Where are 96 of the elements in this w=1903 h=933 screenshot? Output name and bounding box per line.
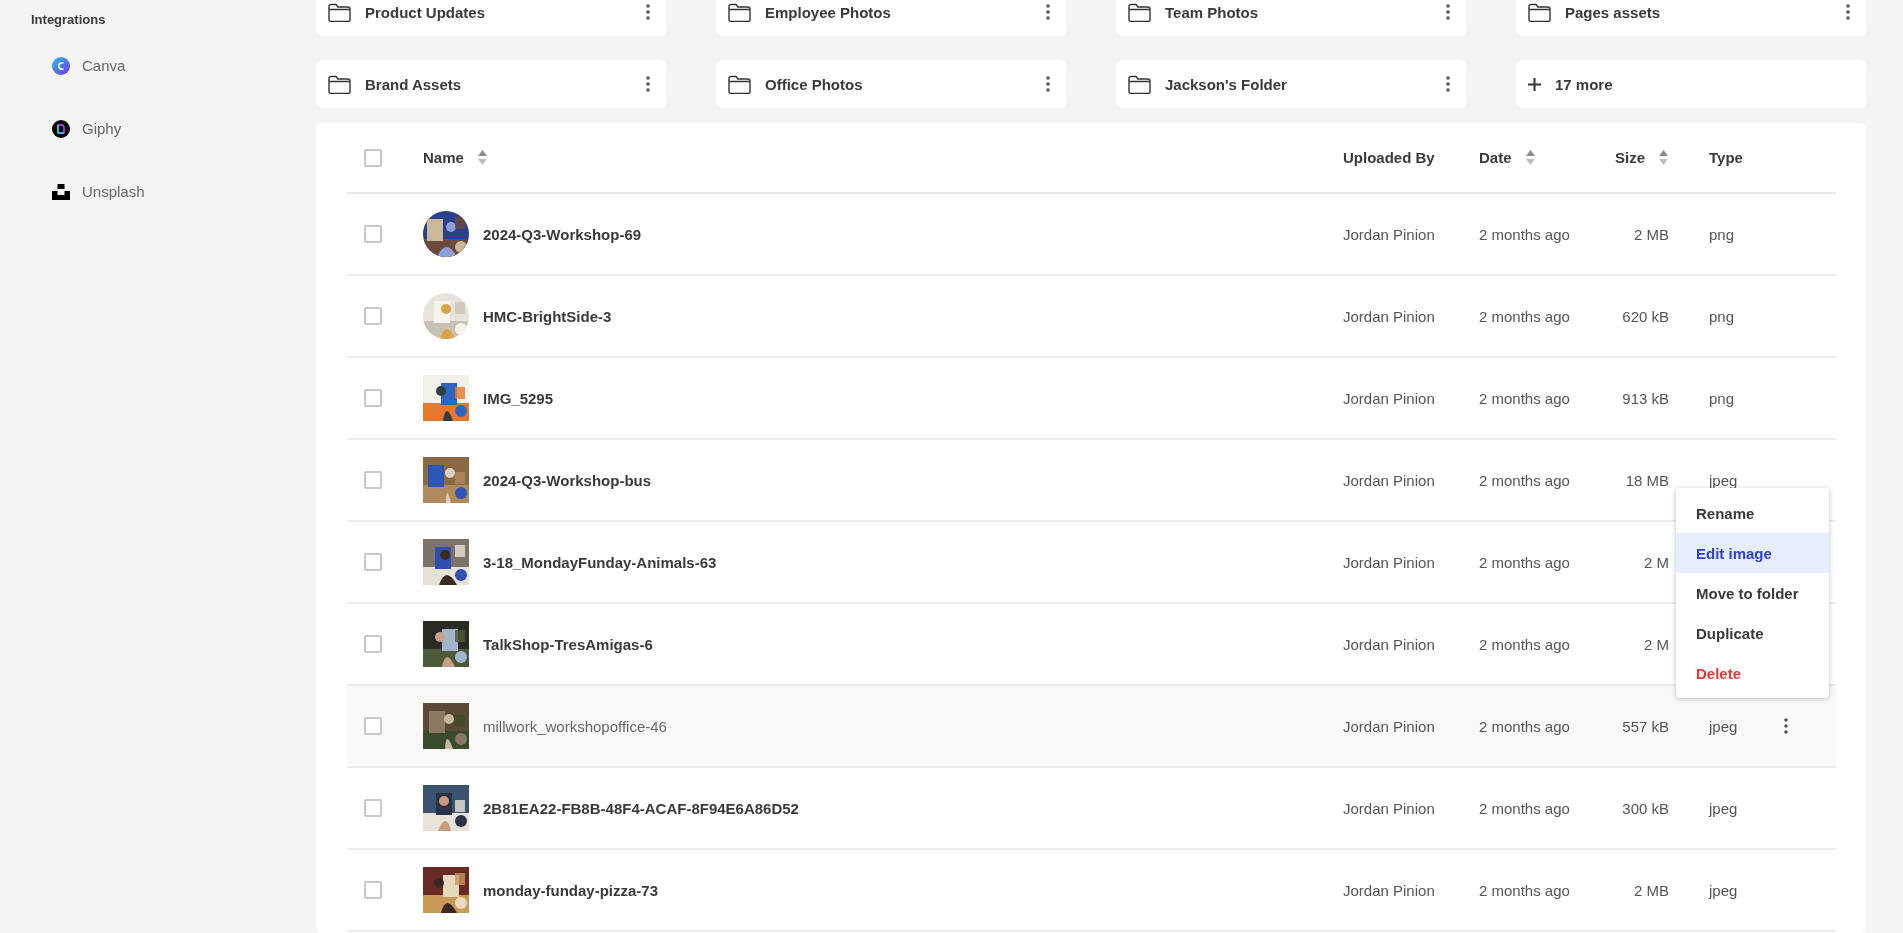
file-size: 2 M: [1644, 635, 1669, 653]
file-type: png: [1709, 307, 1735, 325]
more-options-icon[interactable]: [1046, 76, 1050, 92]
file-name[interactable]: TalkShop-TresAmigas-6: [483, 635, 653, 653]
folder-card[interactable]: Pages assets: [1516, 0, 1866, 36]
integration-item[interactable]: Unsplash: [31, 160, 290, 223]
select-all-checkbox[interactable]: [364, 148, 382, 167]
more-options-icon[interactable]: [1846, 4, 1850, 20]
more-options-icon[interactable]: [646, 76, 650, 92]
column-header[interactable]: Date: [1479, 149, 1512, 166]
column-header: Type: [1709, 149, 1743, 166]
uploader-name: Jordan Pinion: [1343, 717, 1435, 735]
row-checkbox[interactable]: [364, 881, 382, 899]
file-size: 18 MB: [1625, 471, 1669, 489]
file-size: 2 M: [1644, 553, 1669, 571]
column-header[interactable]: Size: [1615, 149, 1645, 166]
folder-card[interactable]: Product Updates: [316, 0, 666, 36]
upload-date: 2 months ago: [1479, 307, 1570, 325]
uploader-name: Jordan Pinion: [1343, 307, 1435, 325]
canva-icon: [52, 56, 70, 75]
integration-item[interactable]: Giphy: [31, 97, 290, 160]
folder-card[interactable]: Brand Assets: [316, 60, 666, 108]
folder-icon: [728, 74, 751, 94]
file-size: 913 kB: [1622, 389, 1669, 407]
more-options-icon[interactable]: [1446, 76, 1450, 92]
file-type: jpeg: [1709, 799, 1738, 817]
more-folders-button[interactable]: 17 more: [1516, 60, 1866, 108]
uploader-name: Jordan Pinion: [1343, 225, 1435, 243]
file-name[interactable]: HMC-BrightSide-3: [483, 307, 612, 325]
row-checkbox[interactable]: [364, 471, 382, 489]
uploader-name: Jordan Pinion: [1343, 471, 1435, 489]
more-options-icon[interactable]: [1446, 4, 1450, 20]
folder-icon: [1128, 2, 1151, 22]
more-options-icon[interactable]: [1784, 718, 1788, 734]
upload-date: 2 months ago: [1479, 635, 1570, 653]
file-size: 620 kB: [1622, 307, 1669, 325]
uploader-name: Jordan Pinion: [1343, 553, 1435, 571]
file-size: 2 MB: [1634, 881, 1669, 899]
file-name[interactable]: 2B81EA22-FB8B-48F4-ACAF-8F94E6A86D52: [483, 799, 799, 817]
file-name[interactable]: millwork_workshopoffice-46: [483, 717, 667, 735]
unsplash-icon: [52, 183, 70, 200]
uploader-name: Jordan Pinion: [1343, 799, 1435, 817]
upload-date: 2 months ago: [1479, 799, 1570, 817]
folder-icon: [328, 2, 351, 22]
folder-card[interactable]: Jackson's Folder: [1116, 60, 1466, 108]
row-checkbox[interactable]: [364, 307, 382, 325]
section-title: Integrations: [31, 12, 107, 27]
upload-date: 2 months ago: [1479, 389, 1570, 407]
more-options-icon[interactable]: [646, 4, 650, 20]
plus-icon: [1528, 77, 1541, 91]
uploader-name: Jordan Pinion: [1343, 881, 1435, 899]
row-checkbox[interactable]: [364, 635, 382, 653]
sort-icon[interactable]: [1525, 150, 1535, 165]
file-size: 2 MB: [1634, 225, 1669, 243]
column-header: Uploaded By: [1343, 149, 1435, 166]
folder-icon: [1528, 2, 1551, 22]
integration-item[interactable]: Canva: [31, 34, 290, 97]
menu-item[interactable]: Move to folder: [1676, 573, 1829, 613]
row-checkbox[interactable]: [364, 553, 382, 571]
more-options-icon[interactable]: [1046, 4, 1050, 20]
file-name[interactable]: 2024-Q3-Workshop-bus: [483, 471, 652, 489]
file-name[interactable]: 2024-Q3-Workshop-69: [483, 225, 642, 243]
upload-date: 2 months ago: [1479, 553, 1570, 571]
upload-date: 2 months ago: [1479, 471, 1570, 489]
menu-item[interactable]: Edit image: [1676, 533, 1829, 573]
row-checkbox[interactable]: [364, 799, 382, 817]
menu-item[interactable]: Delete: [1676, 653, 1829, 693]
uploader-name: Jordan Pinion: [1343, 635, 1435, 653]
sort-icon[interactable]: [1659, 150, 1668, 165]
file-size: 557 kB: [1622, 717, 1669, 735]
row-checkbox[interactable]: [364, 225, 382, 243]
folder-card[interactable]: Team Photos: [1116, 0, 1466, 36]
upload-date: 2 months ago: [1479, 717, 1570, 735]
file-type: jpeg: [1709, 881, 1738, 899]
file-name[interactable]: IMG_5295: [483, 389, 554, 407]
menu-item[interactable]: Duplicate: [1676, 613, 1829, 653]
upload-date: 2 months ago: [1479, 225, 1570, 243]
folder-icon: [728, 2, 751, 22]
upload-date: 2 months ago: [1479, 881, 1570, 899]
file-size: 300 kB: [1622, 799, 1669, 817]
folder-card[interactable]: Employee Photos: [716, 0, 1066, 36]
sort-icon[interactable]: [477, 150, 487, 165]
uploader-name: Jordan Pinion: [1343, 389, 1435, 407]
folder-icon: [1128, 74, 1151, 94]
file-name[interactable]: monday-funday-pizza-73: [483, 881, 659, 899]
giphy-icon: [52, 119, 70, 138]
folder-card[interactable]: Office Photos: [716, 60, 1066, 108]
row-checkbox[interactable]: [364, 717, 382, 735]
menu-item[interactable]: Rename: [1676, 493, 1829, 533]
column-header[interactable]: Name: [423, 149, 464, 166]
file-type: png: [1709, 389, 1735, 407]
file-type: png: [1709, 225, 1735, 243]
file-type: jpeg: [1709, 717, 1738, 735]
folder-icon: [328, 74, 351, 94]
row-checkbox[interactable]: [364, 389, 382, 407]
file-name[interactable]: 3-18_MondayFunday-Animals-63: [483, 553, 717, 571]
